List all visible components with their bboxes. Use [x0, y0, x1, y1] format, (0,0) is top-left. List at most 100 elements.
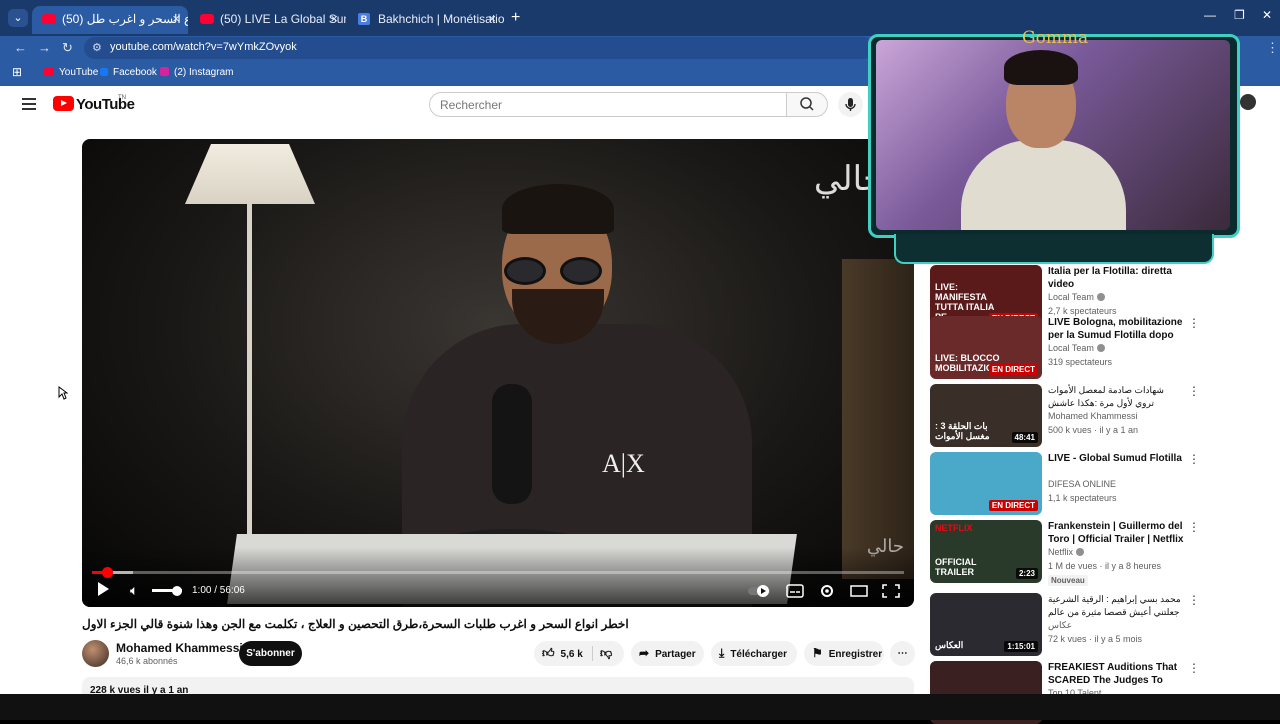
microphone-icon	[845, 98, 856, 111]
channel-avatar[interactable]	[82, 640, 109, 667]
share-button[interactable]: ➦ Partager	[631, 641, 704, 666]
recommended-meta: 2,7 k spectateurs	[1048, 306, 1117, 316]
recommended-channel[interactable]: Local Team	[1048, 292, 1105, 302]
duration-badge: 48:41	[1011, 432, 1038, 443]
youtube-icon	[44, 68, 54, 76]
more-options-icon[interactable]: ⋮	[1188, 661, 1200, 675]
screen: ⌄ (50) اخطر انواع السحر و اغرب طل × (50)…	[0, 0, 1280, 724]
duration-badge: 1:15:01	[1004, 641, 1038, 652]
volume-icon[interactable]: 🔈︎	[130, 582, 138, 599]
video-thumbnail[interactable]: LIVE: BLOCCO MOBILITAZIONE EN DIRECT	[930, 316, 1042, 379]
address-bar[interactable]: ⚙ youtube.com/watch?v=7wYmkZOvyok	[84, 37, 874, 59]
recommended-meta: 319 spectateurs	[1048, 357, 1113, 367]
video-frame-glasses	[504, 257, 604, 285]
subtitles-icon[interactable]	[786, 584, 804, 598]
duration-badge: 2:23	[1015, 568, 1038, 579]
bookmark-facebook[interactable]: Facebook	[100, 67, 157, 78]
share-icon: ➦	[639, 646, 650, 660]
recommended-channel[interactable]: Netflix	[1048, 547, 1085, 557]
fullscreen-icon[interactable]	[882, 584, 900, 598]
recommended-channel[interactable]: عكاس	[1048, 620, 1072, 631]
channel-name[interactable]: Mohamed Khammessi	[116, 641, 243, 655]
recommended-video-title[interactable]: FREAKIEST Auditions That SCARED The Judg…	[1048, 661, 1184, 687]
recommended-channel[interactable]: DIFESA ONLINE	[1048, 479, 1116, 489]
recommended-meta: 1 M de vues · il y a 8 heures	[1048, 561, 1162, 571]
controls-gradient	[82, 547, 914, 607]
like-count[interactable]: 5,6 k	[561, 649, 583, 660]
more-options-icon[interactable]: ⋮	[1188, 520, 1200, 534]
minimize-icon[interactable]: —	[1204, 8, 1216, 22]
webcam-feed	[876, 40, 1230, 230]
bookmark-instagram[interactable]: (2) Instagram	[160, 67, 233, 78]
youtube-logo-icon[interactable]	[53, 96, 74, 111]
more-options-icon[interactable]: ⋮	[1188, 452, 1200, 466]
recommended-video-title[interactable]: Italia per la Flotilla: diretta video	[1048, 265, 1184, 291]
recommended-meta: 72 k vues · il y a 5 mois	[1048, 634, 1143, 644]
thumbs-down-icon[interactable]: 👎︎	[600, 641, 612, 666]
new-badge: Nouveau	[1048, 575, 1088, 586]
more-options-icon[interactable]: ⋮	[1188, 316, 1200, 330]
tab[interactable]: (50) LIVE La Global Sumud Flotil ×	[190, 6, 346, 34]
verified-check-icon	[1096, 344, 1105, 352]
live-badge: EN DIRECT	[988, 364, 1038, 375]
more-menu-icon[interactable]: ⋮	[1266, 40, 1279, 56]
recommended-video-title[interactable]: LIVE Bologna, mobilitazione per la Sumud…	[1048, 316, 1184, 342]
tab[interactable]: B Bakhchich | Monétisation pour le ×	[348, 6, 504, 34]
save-button[interactable]: ⚑ Enregistrer	[804, 641, 884, 666]
video-thumbnail[interactable]: بات الحلقة 3 : مغسل الأموات 48:41	[930, 384, 1042, 447]
tab-title: Bakhchich | Monétisation pour le	[378, 12, 504, 26]
bookmark-youtube[interactable]: YouTube	[44, 67, 98, 78]
youtube-favicon-icon	[200, 14, 214, 24]
back-icon[interactable]: ←	[14, 40, 27, 55]
webcam-person-hair	[1004, 50, 1078, 85]
recommended-video-title[interactable]: محمد بسي إبراهيم : الرقية الشرعية جعلتني…	[1048, 593, 1184, 619]
recommended-video-title[interactable]: شهادات صادمة لمعصل الأموات تروي لأول مرة…	[1048, 384, 1184, 410]
recommended-channel[interactable]: Mohamed Khammessi	[1048, 411, 1138, 421]
forward-icon[interactable]: →	[38, 40, 51, 55]
autoplay-toggle-icon[interactable]	[748, 584, 772, 598]
subscribe-button[interactable]: S'abonner	[239, 641, 302, 666]
more-actions-button[interactable]: ⋯	[890, 641, 915, 666]
video-player[interactable]: A|X حالي حالي 🔈︎ 1:00 / 56:06	[82, 139, 914, 607]
recommended-meta: 1,1 k spectateurs	[1048, 493, 1117, 503]
site-info-icon[interactable]: ⚙	[92, 41, 102, 54]
more-options-icon[interactable]: ⋮	[1188, 593, 1200, 607]
thumbnail-text: OFFICIAL TRAILER	[935, 557, 977, 577]
voice-search-button[interactable]	[838, 92, 863, 117]
url-text: youtube.com/watch?v=7wYmkZOvyok	[110, 41, 297, 53]
play-icon[interactable]	[98, 582, 109, 596]
search-input[interactable]: Rechercher	[429, 92, 787, 117]
apps-grid-icon[interactable]: ⊞	[12, 65, 22, 79]
close-tab-icon[interactable]: ×	[172, 6, 180, 32]
tab-search-button[interactable]: ⌄	[8, 9, 28, 27]
tab-active[interactable]: (50) اخطر انواع السحر و اغرب طل ×	[32, 6, 188, 34]
close-window-icon[interactable]: ✕	[1262, 8, 1272, 22]
volume-knob[interactable]	[172, 586, 182, 596]
new-tab-button[interactable]: +	[511, 9, 520, 27]
recommended-channel[interactable]: Local Team	[1048, 343, 1105, 353]
download-button[interactable]: ⤓ Télécharger	[711, 641, 797, 666]
more-options-icon[interactable]: ⋮	[1188, 384, 1200, 398]
streamer-name: Gomma	[1022, 28, 1089, 48]
search-placeholder: Rechercher	[440, 98, 503, 112]
video-thumbnail[interactable]: EN DIRECT	[930, 452, 1042, 515]
thumbnail-text: بات الحلقة 3 : مغسل الأموات	[935, 421, 990, 441]
video-thumbnail[interactable]: NETFLIX OFFICIAL TRAILER 2:23	[930, 520, 1042, 583]
progress-scrubber[interactable]	[101, 567, 113, 578]
hamburger-menu-icon[interactable]	[22, 98, 36, 110]
close-tab-icon[interactable]: ×	[488, 6, 496, 32]
close-tab-icon[interactable]: ×	[330, 6, 338, 32]
search-button[interactable]	[786, 92, 828, 117]
reload-icon[interactable]: ↻	[62, 40, 73, 56]
video-thumbnail[interactable]: العكاس 1:15:01	[930, 593, 1042, 656]
progress-bar[interactable]	[92, 567, 904, 578]
settings-gear-icon[interactable]	[818, 584, 836, 598]
bookmark-icon: ⚑	[812, 646, 823, 660]
theater-mode-icon[interactable]	[850, 584, 868, 598]
recommended-video-title[interactable]: Frankenstein | Guillermo del Toro | Offi…	[1048, 520, 1184, 546]
thumbs-up-icon[interactable]: 👍︎	[542, 641, 555, 666]
recommended-video-title[interactable]: LIVE - Global Sumud Flotilla	[1048, 452, 1184, 465]
taskbar-strip	[0, 694, 1280, 720]
divider	[592, 646, 593, 661]
restore-icon[interactable]: ❐	[1234, 8, 1245, 22]
